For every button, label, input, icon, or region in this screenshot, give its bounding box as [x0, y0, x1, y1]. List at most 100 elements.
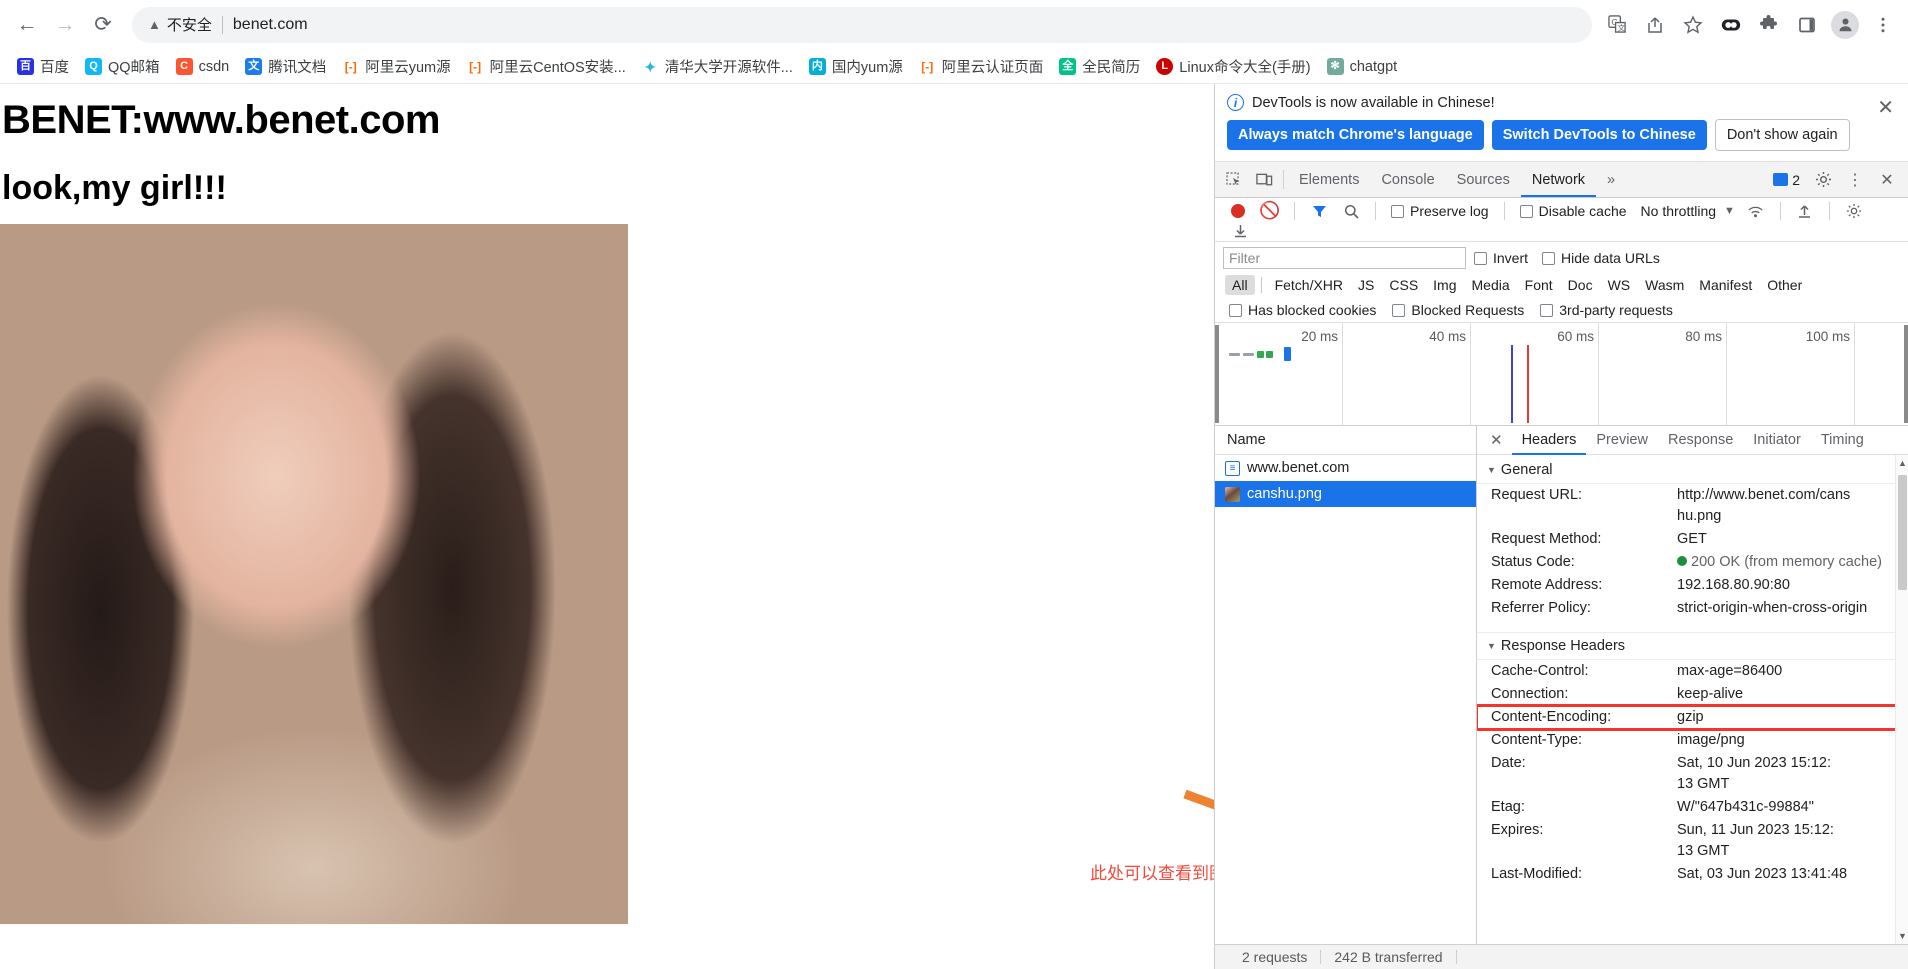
image-thumbnail-icon — [1225, 486, 1240, 502]
network-overview-timeline[interactable]: 20 ms 40 ms 60 ms 80 ms 100 ms — [1215, 323, 1908, 426]
inspect-element-icon[interactable] — [1219, 162, 1249, 197]
bookmark-label: 清华大学开源软件... — [664, 60, 793, 76]
translate-icon[interactable]: G文 — [1600, 8, 1634, 42]
preserve-log-checkbox[interactable]: Preserve log — [1385, 203, 1495, 219]
blocked-requests-checkbox[interactable]: Blocked Requests — [1386, 302, 1530, 318]
import-har-icon[interactable] — [1790, 204, 1820, 219]
header-key: Expires: — [1491, 822, 1544, 838]
profile-avatar-icon[interactable] — [1828, 8, 1862, 42]
third-party-requests-checkbox[interactable]: 3rd-party requests — [1534, 302, 1679, 318]
network-toolbar: 🚫 Preserve log Disable cache No throttli… — [1215, 198, 1908, 242]
devtools-settings-icon[interactable] — [1808, 171, 1838, 188]
always-match-language-button[interactable]: Always match Chrome's language — [1227, 120, 1484, 150]
bookmark-item[interactable]: ✼ chatgpt — [1320, 55, 1405, 78]
bookmark-item[interactable]: L Linux命令大全(手册) — [1149, 53, 1317, 80]
infobar-close-icon[interactable]: ✕ — [1877, 98, 1894, 118]
tick-label: 40 ms — [1429, 329, 1466, 344]
share-icon[interactable] — [1638, 8, 1672, 42]
filter-input[interactable] — [1223, 247, 1466, 269]
tab-network[interactable]: Network — [1521, 162, 1596, 197]
section-general-header[interactable]: ▼ General — [1477, 457, 1908, 484]
bookmark-item[interactable]: Ccsdn — [169, 55, 237, 78]
detail-close-icon[interactable]: ✕ — [1481, 431, 1512, 449]
export-har-icon[interactable] — [1225, 223, 1255, 238]
extension-pocket-icon[interactable] — [1714, 8, 1748, 42]
devtools-more-icon[interactable]: ⋮ — [1840, 170, 1870, 190]
type-filter-ws[interactable]: WS — [1601, 275, 1638, 295]
detail-tab-headers[interactable]: Headers — [1512, 426, 1587, 455]
forward-button[interactable]: → — [46, 6, 84, 44]
type-filter-js[interactable]: JS — [1351, 275, 1381, 295]
request-row-www-benet-com[interactable]: ≡ www.benet.com — [1215, 455, 1476, 481]
disable-cache-checkbox[interactable]: Disable cache — [1514, 203, 1633, 219]
bookmark-item[interactable]: Q QQ邮箱 — [78, 53, 167, 80]
request-row-canshu-png[interactable]: canshu.png — [1215, 481, 1476, 507]
bookmark-item[interactable]: 内国内yum源 — [802, 53, 910, 80]
tab-elements[interactable]: Elements — [1288, 162, 1370, 197]
type-filter-manifest[interactable]: Manifest — [1692, 275, 1759, 295]
bookmark-item[interactable]: [-] 阿里云认证页面 — [912, 53, 1051, 80]
type-filter-other[interactable]: Other — [1760, 275, 1809, 295]
type-filter-css[interactable]: CSS — [1382, 275, 1425, 295]
more-tabs-icon[interactable]: » — [1596, 162, 1626, 197]
network-conditions-icon[interactable] — [1741, 204, 1771, 219]
back-button[interactable]: ← — [8, 6, 46, 44]
detail-scrollbar[interactable]: ▲ ▼ — [1895, 455, 1908, 944]
clear-icon[interactable]: 🚫 — [1255, 201, 1285, 221]
overview-right-handle[interactable] — [1904, 325, 1908, 423]
type-filter-all[interactable]: All — [1225, 275, 1255, 295]
extensions-puzzle-icon[interactable] — [1752, 8, 1786, 42]
chevron-down-icon[interactable]: ▼ — [1724, 205, 1735, 217]
issues-badge[interactable]: 2 — [1773, 172, 1800, 188]
switch-to-chinese-button[interactable]: Switch DevTools to Chinese — [1491, 120, 1707, 150]
tab-console[interactable]: Console — [1370, 162, 1445, 197]
throttling-value[interactable]: No throttling — [1641, 203, 1716, 219]
header-row-request-url: Request URL: http://www.benet.com/canshu… — [1477, 484, 1908, 528]
detail-tab-response[interactable]: Response — [1658, 426, 1743, 455]
section-response-headers-header[interactable]: ▼ Response Headers — [1477, 632, 1908, 660]
reload-button[interactable]: ⟳ — [84, 6, 122, 44]
overview-request-bar — [1266, 351, 1273, 358]
bookmark-item[interactable]: [-] 阿里云CentOS安装... — [460, 53, 633, 80]
filter-funnel-icon[interactable] — [1304, 204, 1334, 219]
search-icon[interactable] — [1336, 204, 1366, 219]
chrome-menu-icon[interactable] — [1866, 8, 1900, 42]
bookmark-star-icon[interactable] — [1676, 8, 1710, 42]
address-bar[interactable]: ▲ 不安全 benet.com — [132, 6, 1592, 43]
tick-label: 80 ms — [1685, 329, 1722, 344]
record-stop-icon[interactable] — [1223, 204, 1253, 218]
device-toolbar-icon[interactable] — [1249, 162, 1279, 197]
svg-text:文: 文 — [1617, 23, 1625, 33]
detail-tab-timing[interactable]: Timing — [1811, 426, 1874, 455]
tick-label: 100 ms — [1805, 329, 1850, 344]
network-settings-icon[interactable] — [1839, 203, 1869, 219]
bookmark-item[interactable]: ✦ 清华大学开源软件... — [635, 53, 800, 80]
type-filter-doc[interactable]: Doc — [1561, 275, 1600, 295]
yum-source-icon: 内 — [808, 58, 826, 75]
tab-sources[interactable]: Sources — [1446, 162, 1521, 197]
checkbox-box — [1391, 204, 1404, 218]
type-filter-media[interactable]: Media — [1465, 275, 1517, 295]
scrollbar-thumb[interactable] — [1898, 475, 1907, 590]
bookmark-item[interactable]: [-] 阿里云yum源 — [335, 53, 457, 80]
scroll-down-icon[interactable]: ▼ — [1898, 931, 1907, 941]
bookmark-item[interactable]: 全全民简历 — [1052, 53, 1147, 80]
detail-tab-initiator[interactable]: Initiator — [1743, 426, 1811, 455]
invert-checkbox[interactable]: Invert — [1468, 250, 1534, 266]
dont-show-again-button[interactable]: Don't show again — [1714, 119, 1850, 151]
status-code-text: 200 OK (from memory cache) — [1691, 554, 1882, 570]
devtools-close-icon[interactable]: ✕ — [1872, 170, 1902, 190]
bookmark-item[interactable]: 百百度 — [10, 53, 76, 80]
type-filter-wasm[interactable]: Wasm — [1638, 275, 1691, 295]
type-filter-img[interactable]: Img — [1426, 275, 1463, 295]
caret-down-icon: ▼ — [1487, 465, 1496, 475]
browser-toolbar-icons: G文 — [1600, 8, 1900, 42]
hide-data-urls-checkbox[interactable]: Hide data URLs — [1536, 250, 1666, 266]
type-filter-fetch-xhr[interactable]: Fetch/XHR — [1268, 275, 1350, 295]
side-panel-icon[interactable] — [1790, 8, 1824, 42]
bookmark-item[interactable]: 文腾讯文档 — [238, 53, 333, 80]
detail-tab-preview[interactable]: Preview — [1586, 426, 1658, 455]
scroll-up-icon[interactable]: ▲ — [1898, 458, 1907, 468]
type-filter-font[interactable]: Font — [1518, 275, 1560, 295]
has-blocked-cookies-checkbox[interactable]: Has blocked cookies — [1223, 302, 1382, 318]
